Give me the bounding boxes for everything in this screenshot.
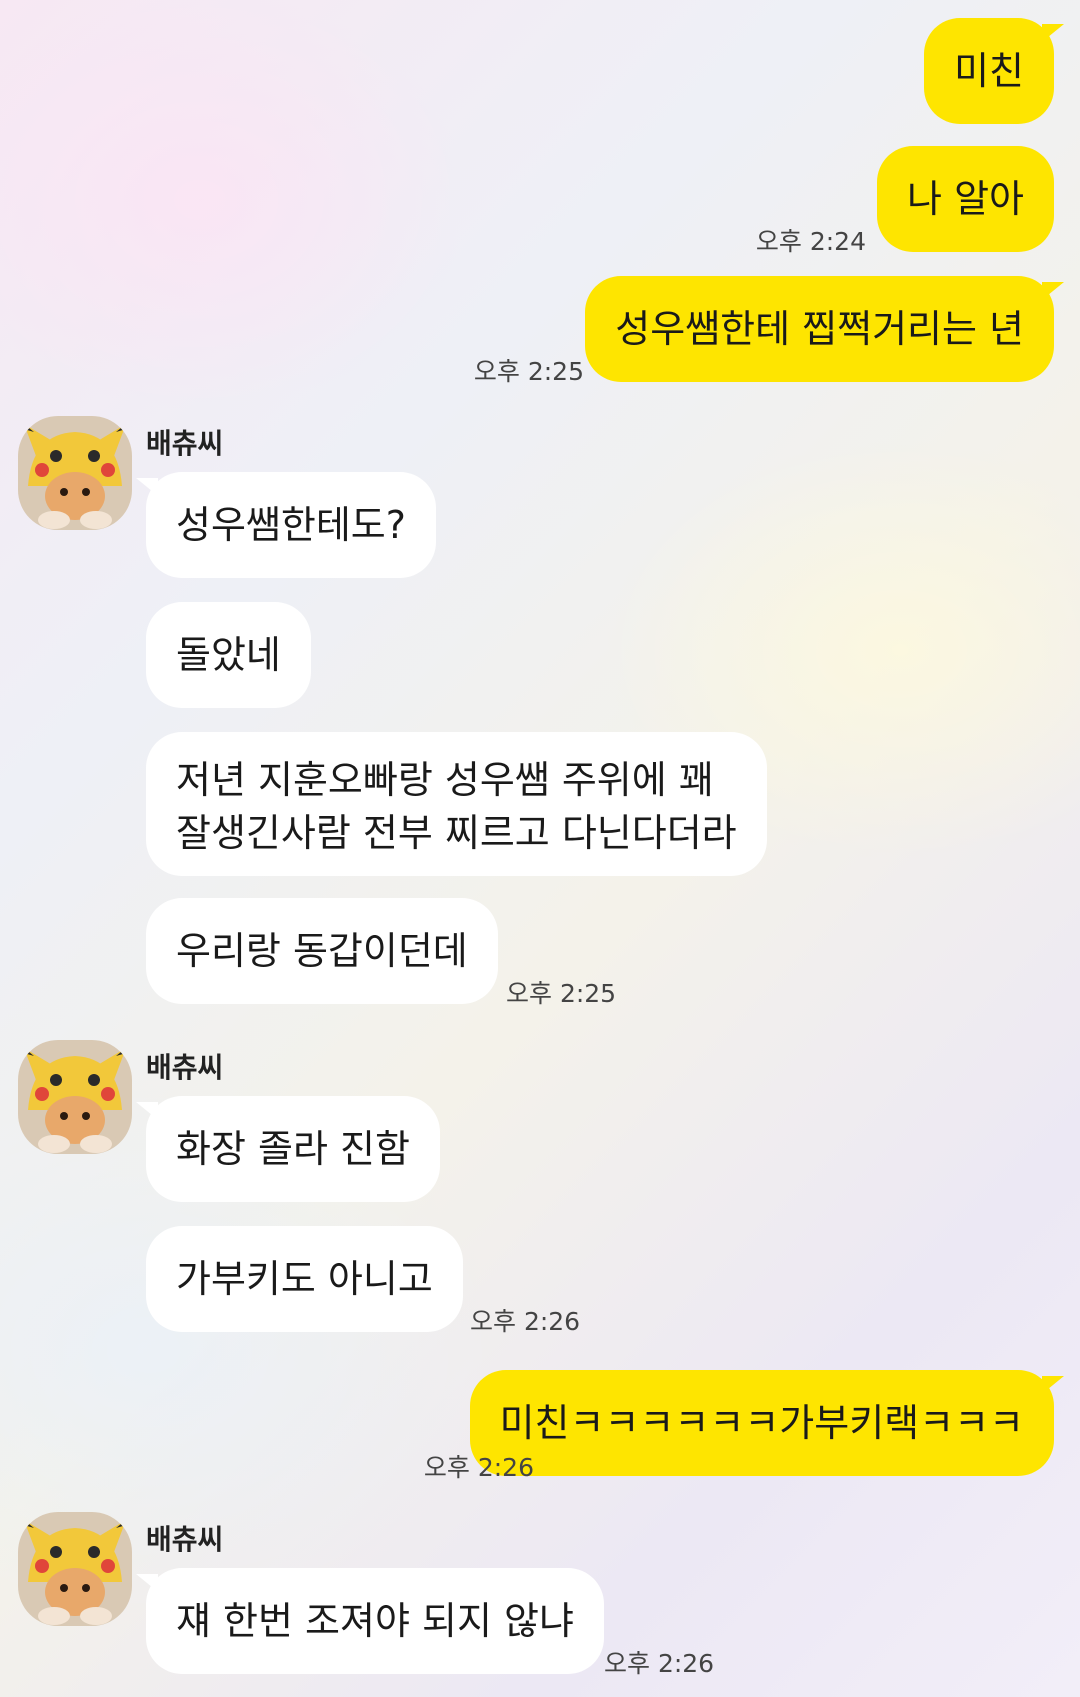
message-text: 쟤 한번 조져야 되지 않냐: [176, 1599, 574, 1643]
message-text: 성우쌤한테도?: [176, 503, 406, 547]
sender-avatar[interactable]: [18, 1512, 132, 1626]
message-timestamp: 오후 2:25: [506, 979, 617, 1008]
message-text-line: 잘생긴사람 전부 찌르고 다닌다더라: [176, 811, 737, 855]
other-message-bubble[interactable]: 저년 지훈오빠랑 성우쌤 주위에 꽤 잘생긴사람 전부 찌르고 다닌다더라: [146, 732, 767, 876]
message-text: 가부키도 아니고: [176, 1257, 433, 1301]
my-message-bubble[interactable]: 성우쌤한테 찝쩍거리는 년: [585, 276, 1064, 382]
other-message-bubble[interactable]: 성우쌤한테도?: [136, 472, 436, 578]
my-message-bubble[interactable]: 미친ㅋㅋㅋㅋㅋㅋ가부키랙ㅋㅋㅋ: [469, 1370, 1065, 1476]
my-message-bubble[interactable]: 나 알아: [877, 146, 1054, 252]
message-text: 성우쌤한테 찝쩍거리는 년: [615, 307, 1024, 351]
message-timestamp: 오후 2:26: [604, 1649, 715, 1678]
sender-name: 배츄씨: [146, 1051, 224, 1084]
cat-pikachu-hood-icon: [18, 1040, 132, 1154]
message-timestamp: 오후 2:26: [423, 1453, 534, 1482]
message-text-line: 저년 지훈오빠랑 성우쌤 주위에 꽤: [176, 758, 714, 802]
other-message-bubble[interactable]: 화장 졸라 진함: [136, 1096, 440, 1202]
message-text: 화장 졸라 진함: [176, 1127, 410, 1171]
message-timestamp: 오후 2:25: [473, 357, 584, 386]
sender-name: 배츄씨: [146, 427, 224, 460]
message-text: 돌았네: [176, 633, 281, 677]
my-message-bubble[interactable]: 미친: [924, 18, 1064, 124]
other-message-bubble[interactable]: 돌았네: [146, 602, 311, 708]
message-timestamp: 오후 2:26: [470, 1307, 581, 1336]
other-message-bubble[interactable]: 가부키도 아니고: [146, 1226, 463, 1332]
sender-avatar[interactable]: [18, 1040, 132, 1154]
message-text: 나 알아: [907, 177, 1024, 221]
cat-pikachu-hood-icon: [18, 416, 132, 530]
other-message-bubble[interactable]: 쟤 한번 조져야 되지 않냐: [136, 1568, 604, 1674]
message-timestamp: 오후 2:24: [755, 227, 866, 256]
message-text: 미친: [954, 49, 1024, 93]
other-message-bubble[interactable]: 우리랑 동갑이던데: [146, 898, 498, 1004]
message-text: 우리랑 동갑이던데: [176, 929, 468, 973]
sender-avatar[interactable]: [18, 416, 132, 530]
message-text: 미친ㅋㅋㅋㅋㅋㅋ가부키랙ㅋㅋㅋ: [499, 1401, 1024, 1445]
sender-name: 배츄씨: [146, 1523, 224, 1556]
cat-pikachu-hood-icon: [18, 1512, 132, 1626]
